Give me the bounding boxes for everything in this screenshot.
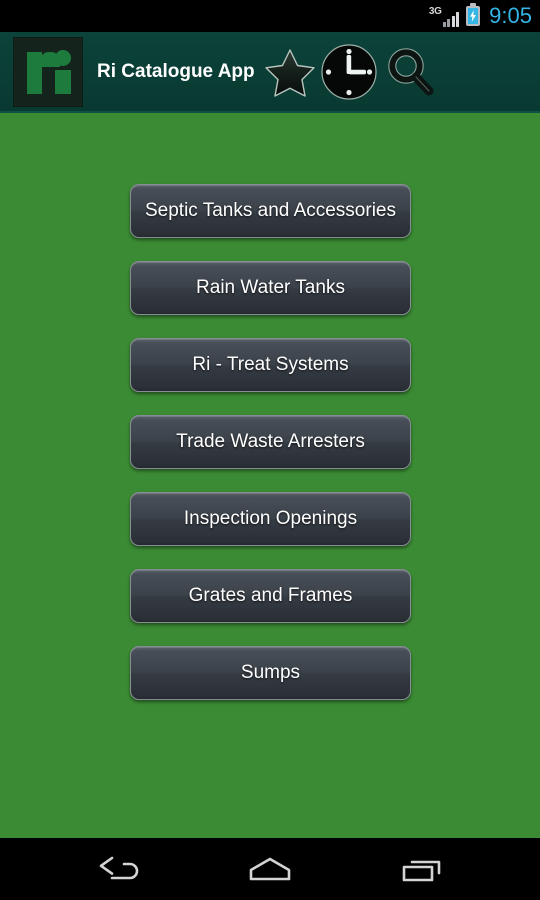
page-title: Ri Catalogue App [97,60,255,82]
menu-button-trade-waste-arresters[interactable]: Trade Waste Arresters [130,415,411,469]
android-navigation-bar [0,838,540,900]
status-bar: 3G 9:05 [0,0,540,32]
charging-bolt-icon [470,10,477,22]
menu-button-ri-treat-systems[interactable]: Ri - Treat Systems [130,338,411,392]
logo-letter-i-dot [55,49,71,66]
category-menu-list: Septic Tanks and Accessories Rain Water … [130,184,411,700]
status-bar-clock: 9:05 [489,3,532,28]
search-icon[interactable] [380,41,442,103]
menu-button-sumps[interactable]: Sumps [130,646,411,700]
signal-bars-icon: 3G [428,5,460,27]
action-bar: Ri Catalogue App [0,32,540,113]
phone-screen: 3G 9:05 Ri Catalogue App Septic Tanks an… [0,0,540,900]
recents-icon [403,860,441,882]
action-bar-icons [261,40,442,104]
back-button[interactable] [80,844,154,894]
menu-button-rain-water-tanks[interactable]: Rain Water Tanks [130,261,411,315]
clock-icon[interactable] [317,40,381,104]
logo-letter-r [27,51,60,94]
star-icon[interactable] [261,43,319,101]
logo-letter-i-stem [55,69,71,94]
status-bar-right: 3G 9:05 [429,5,532,27]
home-button[interactable] [233,844,307,894]
signal-strength-bars [442,11,460,27]
recent-apps-button[interactable] [386,844,460,894]
home-icon [249,857,291,881]
menu-button-grates-and-frames[interactable]: Grates and Frames [130,569,411,623]
ri-logo-icon [13,36,83,107]
main-content: Septic Tanks and Accessories Rain Water … [0,115,540,838]
network-type-label: 3G [428,6,442,17]
battery-charging-icon [466,6,481,26]
back-icon [99,856,138,880]
menu-button-inspection-openings[interactable]: Inspection Openings [130,492,411,546]
menu-button-septic-tanks-and-accessories[interactable]: Septic Tanks and Accessories [130,184,411,238]
